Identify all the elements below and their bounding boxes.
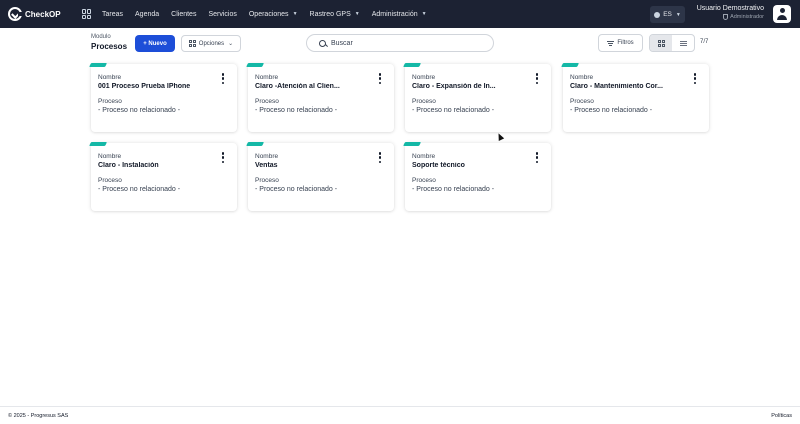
shield-icon (723, 14, 729, 20)
logo-text: CheckOP (25, 9, 61, 19)
card-process-value: - Proceso no relacionado - (412, 186, 495, 193)
card-name-label: Nombre (412, 153, 436, 160)
user-info[interactable]: Usuario Demostrativo Administrador (697, 5, 764, 20)
more-options-icon[interactable] (535, 152, 539, 163)
module-label: Modulo (91, 34, 111, 40)
card-name-label: Nombre (570, 74, 594, 81)
user-role: Administrador (697, 14, 764, 20)
card-accent-tab (246, 63, 264, 67)
nav-item-clientes[interactable]: Clientes (171, 11, 196, 18)
card-process-value: - Proceso no relacionado - (570, 107, 653, 114)
card-process-label: Proceso (570, 98, 594, 105)
grid-icon (188, 40, 196, 47)
list-view-icon (679, 40, 687, 46)
main-menu: Tareas Agenda Clientes Servicios Operaci… (102, 11, 439, 18)
search-input[interactable] (331, 39, 481, 47)
process-card[interactable]: Nombre Claro - Expansión de In... Proces… (403, 63, 551, 132)
card-name: Claro - Mantenimiento Cor... (570, 83, 663, 90)
card-name-label: Nombre (98, 153, 122, 160)
process-card[interactable]: Nombre Claro - Mantenimiento Cor... Proc… (561, 63, 709, 132)
card-name: Claro - Instalación (98, 162, 159, 169)
card-process-label: Proceso (98, 98, 122, 105)
grid-view-button[interactable] (650, 35, 672, 51)
card-name-label: Nombre (255, 153, 279, 160)
caret-down-icon: ▼ (354, 11, 360, 17)
search-bar[interactable] (306, 34, 494, 52)
card-process-value: - Proceso no relacionado - (412, 107, 495, 114)
filter-icon (607, 40, 615, 46)
more-options-icon[interactable] (378, 152, 382, 163)
nav-item-administracion[interactable]: Administración ▼ (372, 11, 427, 18)
filters-button[interactable]: Filtros (598, 34, 643, 52)
view-toggle (649, 34, 695, 52)
card-name: Ventas (255, 162, 278, 169)
card-name: Claro -Atención al Clien... (255, 83, 340, 90)
process-card[interactable]: Nombre Claro -Atención al Clien... Proce… (246, 63, 394, 132)
card-accent-tab (561, 63, 579, 67)
card-accent-tab (403, 63, 421, 67)
grid-view-icon (657, 39, 665, 47)
card-process-value: - Proceso no relacionado - (98, 186, 181, 193)
card-name-label: Nombre (255, 74, 279, 81)
card-accent-tab (89, 63, 107, 67)
card-process-value: - Proceso no relacionado - (98, 107, 181, 114)
card-accent-tab (246, 142, 264, 146)
card-name: Soporte técnico (412, 162, 465, 169)
card-process-value: - Proceso no relacionado - (255, 107, 338, 114)
page-title: Procesos (91, 42, 128, 51)
card-name-label: Nombre (412, 74, 436, 81)
card-name: Claro - Expansión de In... (412, 83, 496, 90)
card-process-label: Proceso (255, 177, 279, 184)
card-name: 001 Proceso Prueba IPhone (98, 83, 191, 90)
search-icon (319, 39, 326, 47)
card-process-label: Proceso (98, 177, 122, 184)
chevron-down-icon: ⌄ (228, 41, 234, 47)
list-view-button[interactable] (672, 35, 694, 51)
process-card[interactable]: Nombre 001 Proceso Prueba IPhone Proceso… (89, 63, 237, 132)
card-accent-tab (403, 142, 421, 146)
language-selector[interactable]: ES ▼ (650, 6, 685, 23)
copyright-text: © 2025 - Progresus SAS (8, 413, 69, 419)
nav-item-tareas[interactable]: Tareas (102, 11, 123, 18)
page-footer: © 2025 - Progresus SAS Políticas (0, 406, 800, 424)
options-button[interactable]: Opciones ⌄ (181, 35, 241, 52)
user-avatar[interactable] (773, 5, 791, 23)
card-process-label: Proceso (412, 177, 436, 184)
user-name: Usuario Demostrativo (696, 5, 764, 12)
nav-item-rastreo-gps[interactable]: Rastreo GPS ▼ (310, 11, 360, 18)
user-icon (779, 8, 785, 13)
card-process-label: Proceso (412, 98, 436, 105)
caret-down-icon: ▼ (675, 11, 681, 18)
app-logo[interactable]: CheckOP (8, 7, 70, 21)
language-value: ES (663, 11, 672, 18)
more-options-icon[interactable] (535, 73, 539, 84)
nav-item-agenda[interactable]: Agenda (135, 11, 159, 18)
more-options-icon[interactable] (693, 73, 697, 84)
checkop-logo-icon (8, 7, 23, 21)
card-process-label: Proceso (255, 98, 279, 105)
card-process-value: - Proceso no relacionado - (255, 186, 338, 193)
new-button[interactable]: + Nuevo (135, 35, 175, 52)
card-accent-tab (89, 142, 107, 146)
more-options-icon[interactable] (378, 73, 382, 84)
nav-item-operaciones[interactable]: Operaciones ▼ (249, 11, 298, 18)
caret-down-icon: ▼ (421, 11, 427, 17)
process-card[interactable]: Nombre Claro - Instalación Proceso - Pro… (89, 142, 237, 211)
more-options-icon[interactable] (221, 73, 225, 84)
process-card[interactable]: Nombre Ventas Proceso - Proceso no relac… (246, 142, 394, 211)
process-card[interactable]: Nombre Soporte técnico Proceso - Proceso… (403, 142, 551, 211)
policies-link[interactable]: Políticas (771, 413, 792, 419)
more-options-icon[interactable] (221, 152, 225, 163)
caret-down-icon: ▼ (292, 11, 298, 17)
mouse-cursor-icon (495, 132, 505, 141)
globe-icon (654, 11, 661, 18)
card-name-label: Nombre (98, 74, 122, 81)
results-counter: 7/7 (700, 39, 709, 45)
nav-item-servicios[interactable]: Servicios (208, 11, 236, 18)
apps-grid-icon[interactable] (82, 9, 92, 19)
